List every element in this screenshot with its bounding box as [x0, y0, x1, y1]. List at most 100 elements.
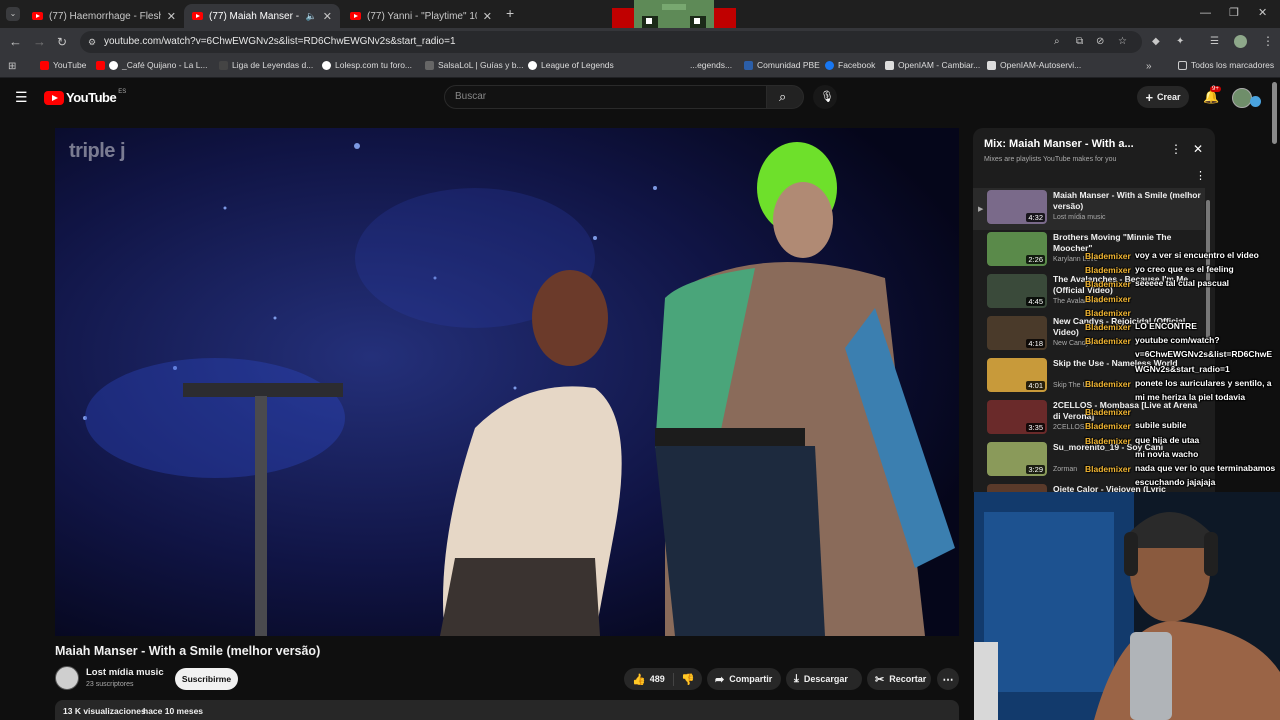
speaker-icon[interactable]: 🔈	[306, 11, 317, 22]
notifications-button[interactable]: 🔔 9+	[1200, 86, 1222, 108]
plus-icon: +	[1145, 89, 1154, 105]
bookmark-comunidad-pbe[interactable]: Comunidad PBE	[744, 60, 820, 70]
search-button[interactable]: ⌕	[766, 85, 804, 109]
install-icon[interactable]: ⧉	[1076, 35, 1083, 49]
chat-username: Blademixer	[1085, 421, 1131, 432]
menu-kebab-icon[interactable]: ⋮	[1262, 34, 1274, 48]
playlist-menu-icon[interactable]: ⋮	[1170, 142, 1182, 156]
reading-list-icon[interactable]: ☰	[1210, 35, 1219, 49]
bookmark-cafe-quijano[interactable]: _Café Quijano - La L...	[96, 60, 208, 70]
dislike-button[interactable]: 👎	[674, 673, 695, 686]
tab-title: (77) Maiah Manser - With a	[209, 10, 300, 22]
chat-message: LO ENCONTRE	[1135, 321, 1197, 331]
forward-icon[interactable]: →	[33, 35, 46, 49]
bookmark-salsalol[interactable]: SalsaLoL | Guías y b...	[425, 60, 524, 70]
profile-avatar-icon[interactable]	[1234, 35, 1247, 48]
bookmark-openiam-autoservi[interactable]: OpenIAM-Autoservi...	[987, 60, 1081, 70]
tab-haemorrhage[interactable]: (77) Haemorrhage - Flesh-devo ✕	[24, 4, 184, 28]
extension-icon[interactable]: ◆	[1152, 35, 1160, 49]
bookmark-facebook[interactable]: Facebook	[825, 60, 875, 70]
bookmark-star-icon[interactable]: ☆	[1118, 35, 1127, 49]
download-label: Descargar	[803, 674, 848, 684]
voice-search-button[interactable]: 🎙	[813, 85, 837, 109]
playlist-thumbnail: 4:45	[987, 274, 1047, 308]
tab-close-icon[interactable]: ✕	[167, 10, 176, 23]
tab-maiah-manser[interactable]: (77) Maiah Manser - With a 🔈 ✕	[184, 4, 340, 28]
download-button[interactable]: ⤓ Descargar	[786, 668, 862, 690]
bookmark-youtube[interactable]: YouTube	[40, 60, 86, 70]
zoom-icon[interactable]: ⌕	[1054, 35, 1060, 49]
search-box[interactable]	[444, 85, 768, 109]
duration-badge: 4:32	[1026, 213, 1045, 222]
playlist-item[interactable]: 3:35 2CELLOS - Mombasa [Live at Arena di …	[987, 400, 1205, 438]
reload-icon[interactable]: ↻	[57, 35, 67, 49]
tab-close-icon[interactable]: ✕	[323, 10, 332, 23]
youtube-play-icon	[44, 90, 64, 105]
duration-badge: 2:26	[1026, 255, 1045, 264]
tab-yanni[interactable]: (77) Yanni - "Playtime" 1080p I ✕	[342, 4, 500, 28]
bookmark-legends-2[interactable]: ...egends...	[690, 60, 732, 70]
youtube-logo[interactable]: YouTube ES	[44, 89, 126, 105]
chat-message: WGNv2s&start_radio=1	[1135, 363, 1230, 374]
apps-grid-icon[interactable]: ⊞	[8, 60, 16, 74]
site-info-icon[interactable]: ⚙	[88, 35, 96, 49]
chat-username: Blademixer	[1085, 279, 1131, 290]
eye-off-icon[interactable]: ⊘	[1096, 35, 1104, 49]
description-box[interactable]: 13 K visualizaciones hace 10 meses	[55, 700, 959, 720]
bookmark-lolesp[interactable]: Lolesp.com tu foro...	[322, 60, 412, 70]
browser-toolbar: ← → ↻ ⚙ youtube.com/watch?v=6ChwEWGNv2s&…	[0, 28, 1280, 56]
minimize-icon[interactable]: —	[1200, 6, 1211, 20]
playlist-thumbnail: 2:26	[987, 232, 1047, 266]
download-icon: ⤓	[794, 672, 799, 685]
create-button[interactable]: + Crear	[1137, 86, 1189, 108]
address-bar[interactable]: ⚙ youtube.com/watch?v=6ChwEWGNv2s&list=R…	[80, 31, 1142, 53]
chat-username: Blademixer	[1085, 265, 1131, 276]
user-avatar[interactable]	[1232, 88, 1252, 108]
playlist-item[interactable]: 3:29 Su_morenito_19 - Soy Cani Zorman	[987, 442, 1205, 480]
video-player[interactable]: triple j	[55, 128, 959, 636]
like-button[interactable]: 👍 489	[624, 672, 674, 686]
more-actions-button[interactable]: ⋯	[937, 668, 959, 690]
duration-badge: 3:35	[1026, 423, 1045, 432]
back-icon[interactable]: ←	[9, 35, 22, 49]
restore-icon[interactable]: ❐	[1229, 6, 1239, 20]
bookmark-league[interactable]: League of Legends	[528, 60, 614, 70]
subscribe-button[interactable]: Suscribirme	[175, 668, 238, 690]
chat-message: voy a ver si encuentro el video	[1135, 250, 1259, 260]
new-tab-icon[interactable]: +	[506, 6, 514, 20]
broadcaster-watermark: triple j	[69, 140, 126, 162]
bookmark-liga-leyendas[interactable]: Liga de Leyendas d...	[219, 60, 313, 70]
tab-search-icon[interactable]: ⌄	[6, 7, 20, 21]
duration-badge: 3:29	[1026, 465, 1045, 474]
clip-button[interactable]: ✂ Recortar	[867, 668, 931, 690]
playlist-thumbnail: 4:18	[987, 316, 1047, 350]
chat-username: Blademixer	[1085, 407, 1131, 418]
video-title: Maiah Manser - With a Smile (melhor vers…	[55, 644, 321, 658]
chat-message: ponete los auriculares y sentilo, a	[1135, 377, 1272, 388]
page-scrollbar[interactable]	[1272, 82, 1277, 144]
bookmark-openiam-cambiar[interactable]: OpenIAM - Cambiar...	[885, 60, 980, 70]
playlist-subtitle: Mixes are playlists YouTube makes for yo…	[984, 156, 1117, 163]
url-text: youtube.com/watch?v=6ChwEWGNv2s&list=RD6…	[104, 36, 456, 47]
extensions-puzzle-icon[interactable]: ✦	[1176, 35, 1184, 49]
duration-badge: 4:01	[1026, 381, 1045, 390]
close-window-icon[interactable]: ✕	[1258, 6, 1267, 20]
more-bookmarks-icon[interactable]: »	[1146, 60, 1152, 74]
playlist-thumbnail: 3:35	[987, 400, 1047, 434]
create-label: Crear	[1157, 92, 1181, 102]
tab-close-icon[interactable]: ✕	[483, 10, 492, 23]
chat-username: Blademixer	[1085, 322, 1131, 332]
tab-title: (77) Haemorrhage - Flesh-devo	[49, 10, 161, 22]
share-button[interactable]: ➦ Compartir	[707, 668, 781, 690]
guide-menu-icon[interactable]: ☰	[15, 90, 28, 104]
chat-message: seeeee tal cual pascual	[1135, 278, 1230, 289]
channel-avatar[interactable]	[55, 666, 79, 690]
search-input[interactable]	[455, 91, 755, 102]
all-bookmarks-folder[interactable]: Todos los marcadores	[1178, 60, 1274, 70]
chat-message: que hija de utaa	[1135, 434, 1200, 445]
playlist-item[interactable]: 4:32 Maiah Manser - With a Smile (melhor …	[987, 190, 1205, 228]
channel-name[interactable]: Lost mídia music	[86, 667, 164, 678]
playlist-close-icon[interactable]: ✕	[1193, 142, 1203, 156]
video-frame-image	[55, 128, 959, 636]
playlist-options-icon[interactable]: ⋮	[1195, 169, 1206, 183]
